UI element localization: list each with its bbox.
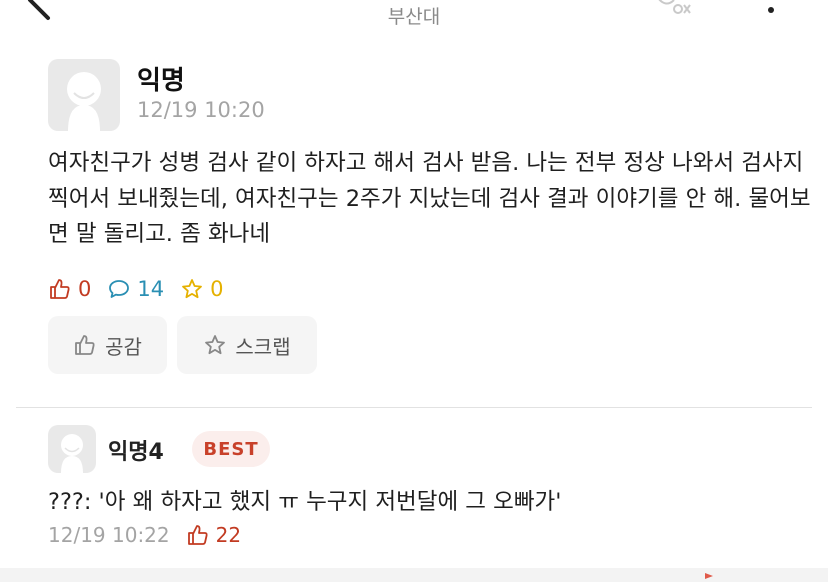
comment-like-count: 22 xyxy=(215,523,242,547)
scrap-button[interactable]: 스크랩 xyxy=(177,316,317,374)
comment-author: 익명4 xyxy=(108,440,164,465)
like-count-value: 0 xyxy=(78,277,92,301)
avatar xyxy=(48,59,120,131)
like-button-label: 공감 xyxy=(105,334,142,359)
comment-bubble-icon xyxy=(109,280,130,298)
thumbs-up-icon xyxy=(187,525,208,545)
top-bar: 부산대 xyxy=(0,0,828,34)
comment-meta: 12/19 10:22 22 xyxy=(48,523,241,547)
star-icon xyxy=(182,279,203,299)
notification-button[interactable] xyxy=(652,0,692,18)
comment-count: 14 xyxy=(107,277,164,301)
post-counts: 0 14 0 xyxy=(48,274,239,304)
scrap-button-label: 스크랩 xyxy=(235,334,291,359)
scrap-count: 0 xyxy=(180,277,223,301)
post-content: 여자친구가 성병 검사 같이 하자고 해서 검사 받음. 나는 전부 정상 나와… xyxy=(48,150,811,247)
thumbs-up-icon xyxy=(50,279,70,299)
post-time: 12/19 10:20 xyxy=(137,98,265,122)
like-count: 0 xyxy=(48,277,91,301)
more-menu-icon xyxy=(768,7,774,13)
thumbs-up-icon xyxy=(75,335,95,355)
comment-count-value: 14 xyxy=(137,277,165,301)
scrap-count-value: 0 xyxy=(210,277,224,301)
post-author: 익명 xyxy=(137,66,185,96)
divider xyxy=(16,407,812,408)
star-icon xyxy=(205,335,226,355)
like-button[interactable]: 공감 xyxy=(48,316,167,374)
comment-like-button[interactable]: 22 xyxy=(186,523,241,547)
more-menu-button[interactable] xyxy=(762,2,780,16)
notification-icon xyxy=(658,0,691,14)
indicator-icon xyxy=(705,573,713,579)
avatar-icon xyxy=(67,72,101,131)
comment-content: ???: '아 왜 하자고 했지 ㅠ 누구지 저번달에 그 오빠가' xyxy=(48,489,562,515)
comment-avatar xyxy=(48,425,96,473)
comment-time: 12/19 10:22 xyxy=(48,523,170,547)
page-title: 부산대 xyxy=(387,6,441,28)
best-badge: BEST xyxy=(192,431,270,467)
avatar-icon xyxy=(61,434,83,473)
